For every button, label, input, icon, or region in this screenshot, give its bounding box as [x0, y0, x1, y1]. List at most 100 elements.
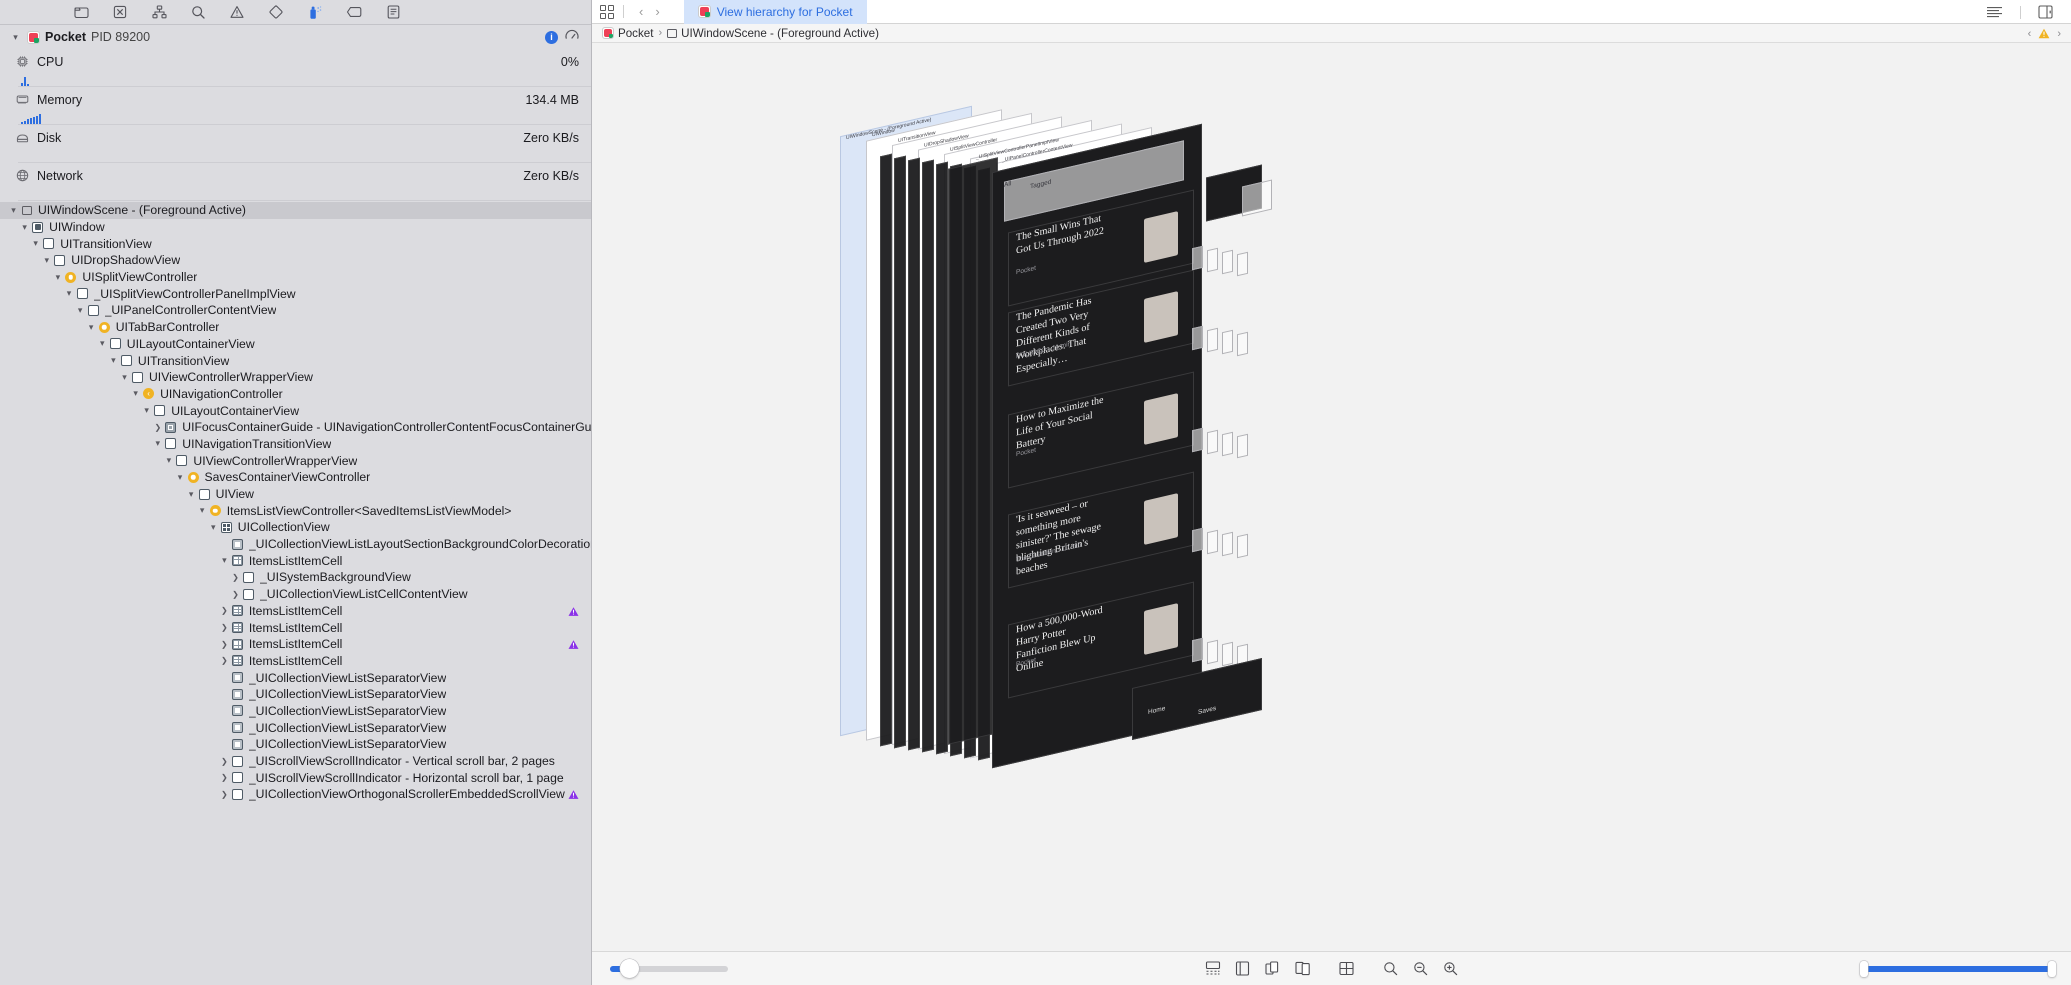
chevron-down-icon[interactable]: ▾ [10, 32, 21, 43]
tree-row[interactable]: ▾ _UISplitViewControllerPanelImplView [0, 285, 591, 302]
editor-tab-view-hierarchy[interactable]: View hierarchy for Pocket [683, 0, 867, 24]
breakpoint-tag-icon[interactable] [346, 4, 362, 20]
breadcrumb-item-app[interactable]: Pocket [602, 27, 653, 40]
hierarchy-stage[interactable]: UIWindowScene - (Foreground Active) UIWin… [592, 43, 2071, 951]
show-layers-icon[interactable] [1288, 958, 1318, 980]
tree-row[interactable]: ▾ UICollectionView [0, 519, 591, 536]
chevron-right-icon[interactable]: ❯ [219, 640, 230, 649]
chevron-right-icon[interactable]: ❯ [219, 773, 230, 782]
depth-range-max-knob[interactable] [2048, 960, 2056, 977]
chevron-down-icon[interactable]: ▾ [86, 322, 97, 333]
search-icon[interactable] [190, 4, 206, 20]
depth-range-min-knob[interactable] [1860, 960, 1868, 977]
cell-subview-layer[interactable] [1207, 529, 1218, 555]
tree-row[interactable]: ▾ UITransitionView [0, 352, 591, 369]
cell-subview-layer[interactable] [1237, 331, 1248, 357]
cell-subview-layer[interactable] [1207, 639, 1218, 665]
forward-button[interactable]: › [649, 4, 665, 19]
tree-row[interactable]: ▾ _UIPanelControllerContentView [0, 302, 591, 319]
tree-row[interactable]: ❯_UICollectionViewListSeparatorView [0, 719, 591, 736]
chevron-down-icon[interactable]: ▾ [119, 372, 130, 383]
dark-stack-layer[interactable] [922, 159, 934, 753]
chevron-down-icon[interactable]: ▾ [175, 472, 186, 483]
tree-row[interactable]: ❯ ItemsListItemCell [0, 636, 591, 653]
process-gauge-icon[interactable] [565, 29, 579, 45]
cell-subview-layer[interactable] [1207, 429, 1218, 455]
chevron-down-icon[interactable]: ▾ [108, 355, 119, 366]
dark-stack-layer[interactable] [936, 161, 948, 755]
tree-row[interactable]: ▾ UIView [0, 486, 591, 503]
report-list-icon[interactable] [385, 4, 401, 20]
chevron-down-icon[interactable]: ▾ [75, 305, 86, 316]
cell-subview-layer[interactable] [1192, 245, 1203, 271]
reset-viewing-area-icon[interactable] [1332, 958, 1362, 980]
process-row[interactable]: ▾ Pocket PID 89200 i [0, 25, 591, 49]
chevron-down-icon[interactable]: ▾ [52, 272, 63, 283]
chevron-right-icon[interactable]: ❯ [152, 423, 163, 432]
spacing-slider[interactable] [610, 958, 728, 978]
cell-subview-layer[interactable] [1222, 431, 1233, 457]
chevron-down-icon[interactable]: ▾ [30, 238, 41, 249]
tree-row[interactable]: ▾ UIWindow [0, 219, 591, 236]
chevron-right-icon[interactable]: ❯ [219, 656, 230, 665]
warning-triangle-icon[interactable] [568, 789, 579, 800]
tree-row[interactable]: ❯ _UICollectionViewListCellContentView [0, 586, 591, 603]
cell-subview-layer[interactable] [1192, 527, 1203, 553]
cell-subview-layer[interactable] [1222, 249, 1233, 275]
depth-range-slider[interactable] [1860, 960, 2056, 977]
next-issue-button[interactable]: › [2057, 28, 2061, 40]
tree-row[interactable]: ❯_UICollectionViewListSeparatorView [0, 669, 591, 686]
spacing-slider-track[interactable] [610, 958, 728, 978]
cell-subview-layer[interactable] [1222, 329, 1233, 355]
tree-row[interactable]: ▾ UILayoutContainerView [0, 402, 591, 419]
warning-triangle-icon[interactable] [568, 639, 579, 650]
cell-subview-layer[interactable] [1237, 251, 1248, 277]
depth-range-track[interactable] [1860, 960, 2056, 977]
cell-subview-layer[interactable] [1237, 433, 1248, 459]
cell-subview-layer[interactable] [1192, 325, 1203, 351]
gauge-row-cpu[interactable]: CPU 0% [0, 49, 591, 74]
cell-subview-layer[interactable] [1192, 637, 1203, 663]
spacing-slider-knob[interactable] [620, 958, 639, 978]
tree-row[interactable]: ▾ UITabBarController [0, 319, 591, 336]
tree-row[interactable]: ❯ ItemsListItemCell [0, 653, 591, 670]
cpu-report-icon[interactable] [112, 4, 128, 20]
tree-row[interactable]: ❯_UICollectionViewListSeparatorView [0, 686, 591, 703]
chevron-down-icon[interactable]: ▾ [64, 288, 75, 299]
chevron-right-icon[interactable]: ❯ [219, 606, 230, 615]
warning-triangle-icon[interactable] [2038, 28, 2050, 39]
gauge-row-disk[interactable]: Disk Zero KB/s [0, 125, 591, 150]
show-constraints-icon[interactable] [1228, 958, 1258, 980]
folder-icon[interactable] [73, 4, 89, 20]
tree-row[interactable]: ▾ UIDropShadowView [0, 252, 591, 269]
tree-row[interactable]: ❯ _UIScrollViewScrollIndicator - Horizont… [0, 769, 591, 786]
gauge-row-network[interactable]: Network Zero KB/s [0, 163, 591, 188]
chevron-right-icon[interactable]: ❯ [230, 573, 241, 582]
scroll-indicator-layer[interactable] [1242, 179, 1272, 217]
chevron-down-icon[interactable]: ▾ [208, 522, 219, 533]
chevron-down-icon[interactable]: ▾ [152, 438, 163, 449]
chevron-down-icon[interactable]: ▾ [197, 505, 208, 516]
tree-row[interactable]: ❯ _UISystemBackgroundView [0, 569, 591, 586]
tree-row[interactable]: ▾ UIViewControllerWrapperView [0, 452, 591, 469]
background-layer[interactable] [948, 157, 998, 745]
chevron-down-icon[interactable]: ▾ [141, 405, 152, 416]
hierarchy-canvas[interactable]: UIWindowScene - (Foreground Active) UIWin… [592, 43, 2071, 951]
previous-issue-button[interactable]: ‹ [2028, 28, 2032, 40]
tree-row[interactable]: ❯ _UIScrollViewScrollIndicator - Vertical… [0, 753, 591, 770]
gauge-row-memory[interactable]: Memory 134.4 MB [0, 87, 591, 112]
zoom-fit-icon[interactable] [1376, 958, 1406, 980]
chevron-down-icon[interactable]: ▾ [97, 338, 108, 349]
cell-subview-layer[interactable] [1222, 531, 1233, 557]
tree-row[interactable]: ❯_UICollectionViewListSeparatorView [0, 736, 591, 753]
dark-stack-layer[interactable] [908, 157, 920, 751]
cell-subview-layer[interactable] [1222, 641, 1233, 667]
chevron-right-icon[interactable]: ❯ [230, 590, 241, 599]
chevron-down-icon[interactable]: ▾ [8, 205, 19, 216]
cell-subview-layer[interactable] [1192, 427, 1203, 453]
tree-row[interactable]: ❯_UICollectionViewListSeparatorView [0, 703, 591, 720]
tree-row[interactable]: ▾ UIWindowScene - (Foreground Active) [0, 202, 591, 219]
tree-row[interactable]: ▾ SavesContainerViewController [0, 469, 591, 486]
chevron-down-icon[interactable]: ▾ [19, 222, 30, 233]
warning-triangle-icon[interactable] [568, 605, 579, 616]
